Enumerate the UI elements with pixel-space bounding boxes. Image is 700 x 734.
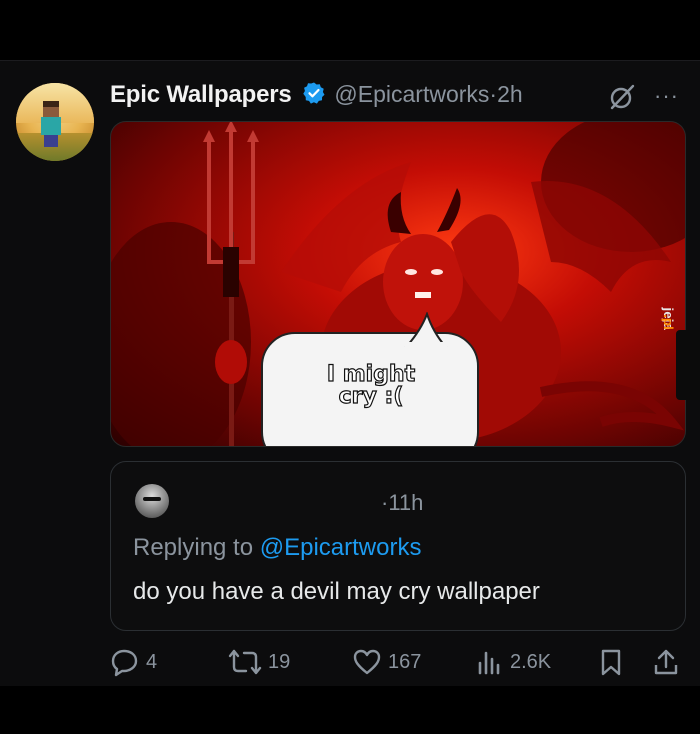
bookmark-button[interactable] xyxy=(598,645,630,679)
repost-icon xyxy=(228,649,262,675)
share-icon xyxy=(654,649,678,675)
reply-author-avatar[interactable] xyxy=(135,484,169,518)
bookmark-icon xyxy=(601,649,621,676)
tweet-card[interactable]: Epic Wallpapers @Epicartworks·2h ··· I m… xyxy=(0,60,700,686)
views-button[interactable]: 2.6K xyxy=(476,645,551,679)
heart-icon xyxy=(353,649,381,675)
verified-badge-icon xyxy=(302,81,326,110)
replying-to-prefix: Replying to xyxy=(133,534,260,561)
replying-to-handle[interactable]: @Epicartworks xyxy=(260,534,422,561)
tweet-time[interactable]: 2h xyxy=(497,81,523,107)
tweet-media-image[interactable]: I might cry :( xyxy=(110,121,686,447)
author-avatar[interactable] xyxy=(16,83,94,161)
tweet-action-bar: 4 19 167 2.6K xyxy=(110,645,684,679)
like-count: 167 xyxy=(388,650,422,673)
separator-dot: · xyxy=(489,81,498,107)
repost-button[interactable]: 19 xyxy=(228,645,290,679)
more-options-icon[interactable]: ··· xyxy=(654,83,679,109)
speech-bubble-text: I might cry :( xyxy=(316,362,426,409)
view-count: 2.6K xyxy=(510,650,552,673)
bubble-line-2: cry :( xyxy=(338,384,404,409)
quoted-reply[interactable]: ·11h Replying to @Epicartworks do you ha… xyxy=(110,461,686,631)
reply-text: do you have a devil may cry wallpaper xyxy=(133,578,540,605)
share-button[interactable] xyxy=(652,645,686,679)
author-handle[interactable]: @Epicartworks xyxy=(334,81,489,107)
reply-icon xyxy=(111,649,138,677)
reply-button[interactable]: 4 xyxy=(110,645,157,679)
like-button[interactable]: 167 xyxy=(352,645,421,679)
reply-time[interactable]: ·11h xyxy=(381,490,423,516)
grok-icon[interactable] xyxy=(608,83,636,111)
replying-to-line: Replying to @Epicartworks xyxy=(133,534,421,562)
site-watermark: jeja .pl xyxy=(661,308,700,400)
repost-count: 19 xyxy=(268,650,291,673)
author-name[interactable]: Epic Wallpapers xyxy=(110,81,292,108)
speech-bubble-tail xyxy=(404,312,448,348)
bubble-line-1: I might xyxy=(326,362,416,387)
watermark-suffix: .pl xyxy=(661,314,676,330)
tweet-header: Epic Wallpapers @Epicartworks·2h xyxy=(110,81,690,111)
reply-count: 4 xyxy=(146,650,158,673)
views-chart-icon xyxy=(478,651,500,675)
